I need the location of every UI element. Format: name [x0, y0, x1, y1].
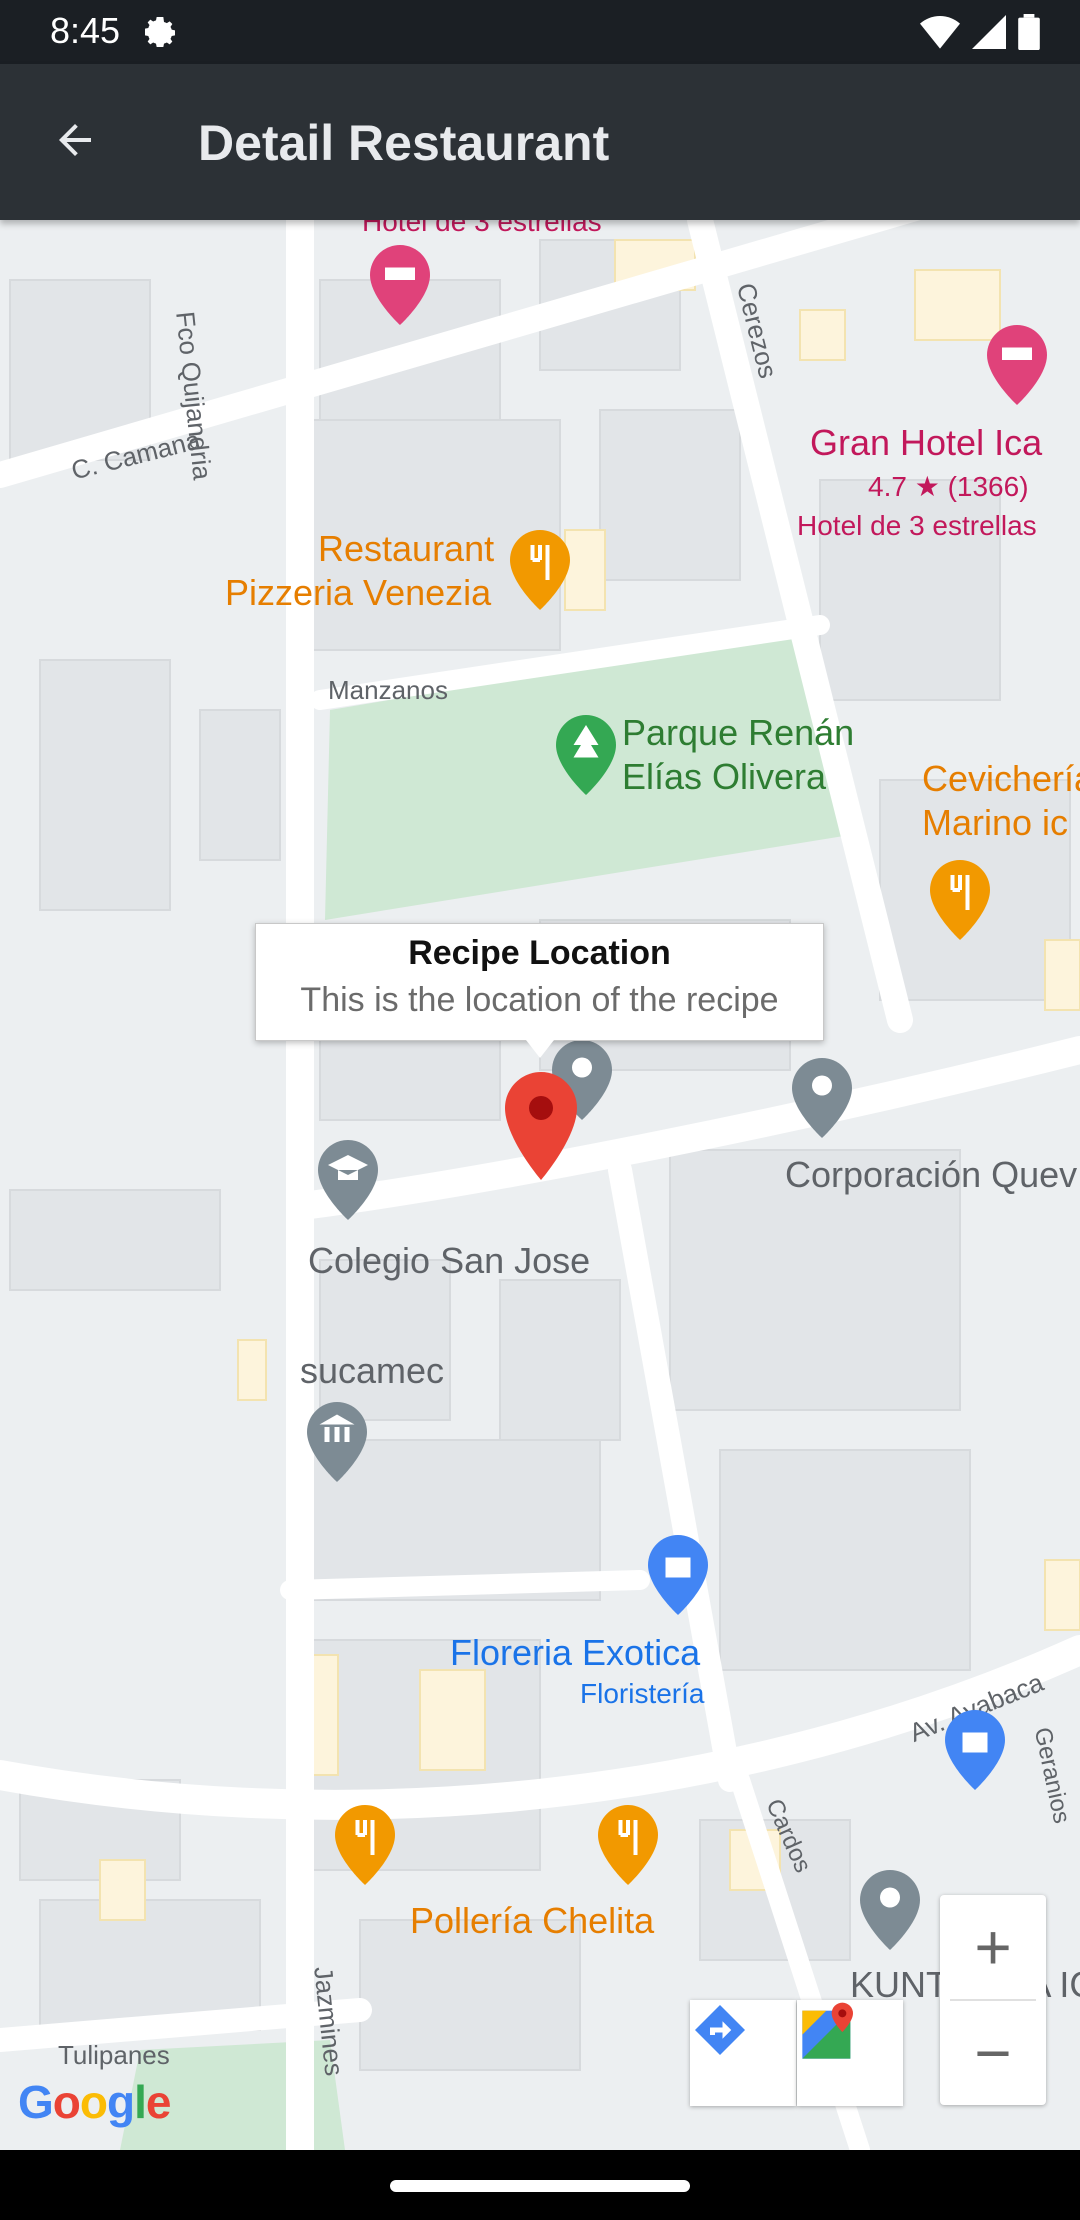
gran-hotel-type: Hotel de 3 estrellas [797, 510, 1037, 541]
street-label-tulipanes: Tulipanes [58, 2040, 170, 2070]
info-window-snippet: This is the location of the recipe [300, 981, 779, 1019]
cevicheria-pin-icon[interactable] [930, 860, 990, 940]
directions-button[interactable] [690, 2000, 796, 2106]
battery-icon [1018, 14, 1040, 55]
status-icons [920, 14, 1040, 55]
restaurant-pin-icon[interactable] [510, 530, 570, 610]
gran-hotel-rating: 4.7 ★ (1366) [868, 471, 1029, 502]
status-bar: 8:45 [0, 0, 1080, 64]
info-window-title: Recipe Location [408, 934, 671, 972]
recipe-location-marker-icon[interactable] [505, 1070, 577, 1182]
settings-gear-icon [140, 12, 180, 57]
system-nav-bar [0, 2150, 1080, 2220]
kunte-pin-icon[interactable] [860, 1870, 920, 1950]
arrow-back-icon [51, 116, 99, 169]
app-bar: Detail Restaurant [0, 64, 1080, 220]
google-logo-letter: l [134, 2076, 147, 2128]
marker-info-window[interactable]: Recipe Location This is the location of … [255, 923, 824, 1058]
signal-icon [972, 15, 1006, 54]
directions-icon [695, 2005, 745, 2055]
hotel-pin-icon[interactable] [370, 245, 430, 325]
restaurant-pin-2-icon[interactable] [598, 1805, 658, 1885]
page-title: Detail Restaurant [198, 115, 610, 171]
park-label-line2[interactable]: Elías Olivera [622, 756, 826, 798]
google-maps-icon [802, 2002, 853, 2059]
restaurant-label-line2[interactable]: Pizzeria Venezia [225, 572, 491, 614]
info-window-tail [526, 1040, 554, 1058]
zoom-controls: + − [940, 1895, 1046, 2105]
school-pin-icon[interactable] [318, 1140, 378, 1220]
polleria-label[interactable]: Pollería Chelita [410, 1900, 654, 1942]
cevicheria-label-line2[interactable]: Marino ic [922, 802, 1068, 844]
open-google-maps-button[interactable] [797, 2000, 903, 2106]
polleria-pin-icon[interactable] [335, 1805, 395, 1885]
floreria-type-label: Floristería [580, 1678, 705, 1709]
map-view[interactable]: C. Camana Fco Quijandria Cerezos Manzano… [0, 220, 1080, 2150]
gran-hotel-pin-icon[interactable] [987, 325, 1047, 405]
google-logo-letter: e [145, 2076, 172, 2128]
shop-pin-icon[interactable] [648, 1535, 708, 1615]
google-logo-letter: o [52, 2076, 81, 2128]
corporacion-pin-icon[interactable] [792, 1058, 852, 1138]
park-pin-icon[interactable] [556, 715, 616, 795]
google-attribution-logo: Google [18, 2075, 172, 2129]
google-logo-letter: G [18, 2076, 54, 2128]
wifi-icon [920, 15, 960, 54]
hotel-top-label: Hotel de 3 estrellas [362, 220, 602, 237]
street-label-manzanos: Manzanos [328, 675, 448, 705]
shop-pin-2-icon[interactable] [945, 1710, 1005, 1790]
restaurant-label-line1[interactable]: Restaurant [318, 528, 494, 570]
google-logo-letter: g [107, 2076, 135, 2128]
zoom-out-button[interactable]: − [940, 2001, 1046, 2105]
zoom-in-button[interactable]: + [940, 1895, 1046, 1999]
corporacion-label[interactable]: Corporación Quev [785, 1154, 1077, 1196]
status-time: 8:45 [50, 10, 121, 51]
sucamec-label[interactable]: sucamec [300, 1350, 444, 1392]
gran-hotel-name[interactable]: Gran Hotel Ica [810, 422, 1042, 464]
back-button[interactable] [40, 112, 110, 172]
home-gesture-pill[interactable] [390, 2180, 690, 2192]
google-logo-letter: o [79, 2076, 108, 2128]
floreria-label[interactable]: Floreria Exotica [450, 1632, 700, 1674]
colegio-label[interactable]: Colegio San Jose [308, 1240, 590, 1282]
cevicheria-label-line1[interactable]: Cevichería [922, 758, 1080, 800]
park-label-line1[interactable]: Parque Renán [622, 712, 854, 754]
museum-pin-icon[interactable] [307, 1402, 367, 1482]
